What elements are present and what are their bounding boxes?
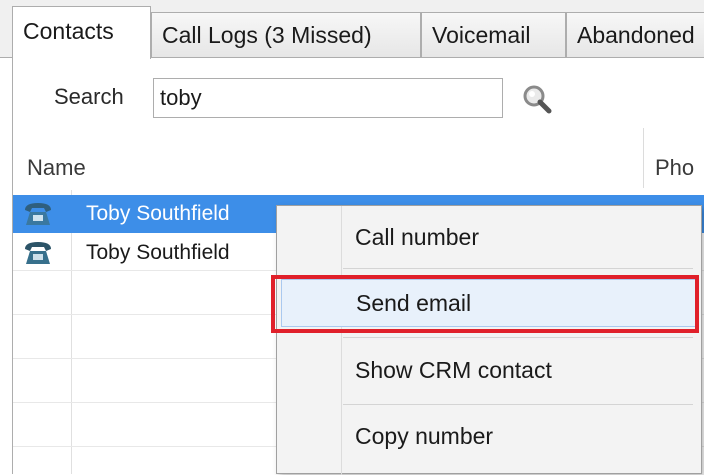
search-input[interactable] xyxy=(153,78,503,118)
menu-item-show-crm-contact[interactable]: Show CRM contact xyxy=(281,347,697,395)
tab-call-logs[interactable]: Call Logs (3 Missed) xyxy=(151,12,421,58)
column-header-name[interactable]: Name xyxy=(27,155,86,181)
menu-separator xyxy=(343,268,693,269)
context-menu: Call number Send email Show CRM contact … xyxy=(276,205,702,475)
tab-voicemail[interactable]: Voicemail xyxy=(421,12,566,58)
search-label: Search xyxy=(54,84,124,109)
menu-item-send-email[interactable]: Send email xyxy=(281,279,697,327)
telephone-icon xyxy=(23,200,53,228)
column-header-phone[interactable]: Pho xyxy=(655,155,694,181)
magnifier-search-icon[interactable] xyxy=(520,83,554,117)
telephone-icon xyxy=(23,239,53,267)
menu-item-copy-number[interactable]: Copy number xyxy=(281,413,697,461)
contact-name: Toby Southfield xyxy=(86,241,230,264)
column-separator[interactable] xyxy=(643,128,644,188)
tab-contacts[interactable]: Contacts xyxy=(12,6,151,59)
menu-separator xyxy=(343,337,693,338)
contact-name: Toby Southfield xyxy=(86,202,230,225)
menu-separator xyxy=(343,404,693,405)
tab-abandoned[interactable]: Abandoned xyxy=(566,12,704,58)
menu-item-call-number[interactable]: Call number xyxy=(281,214,697,262)
